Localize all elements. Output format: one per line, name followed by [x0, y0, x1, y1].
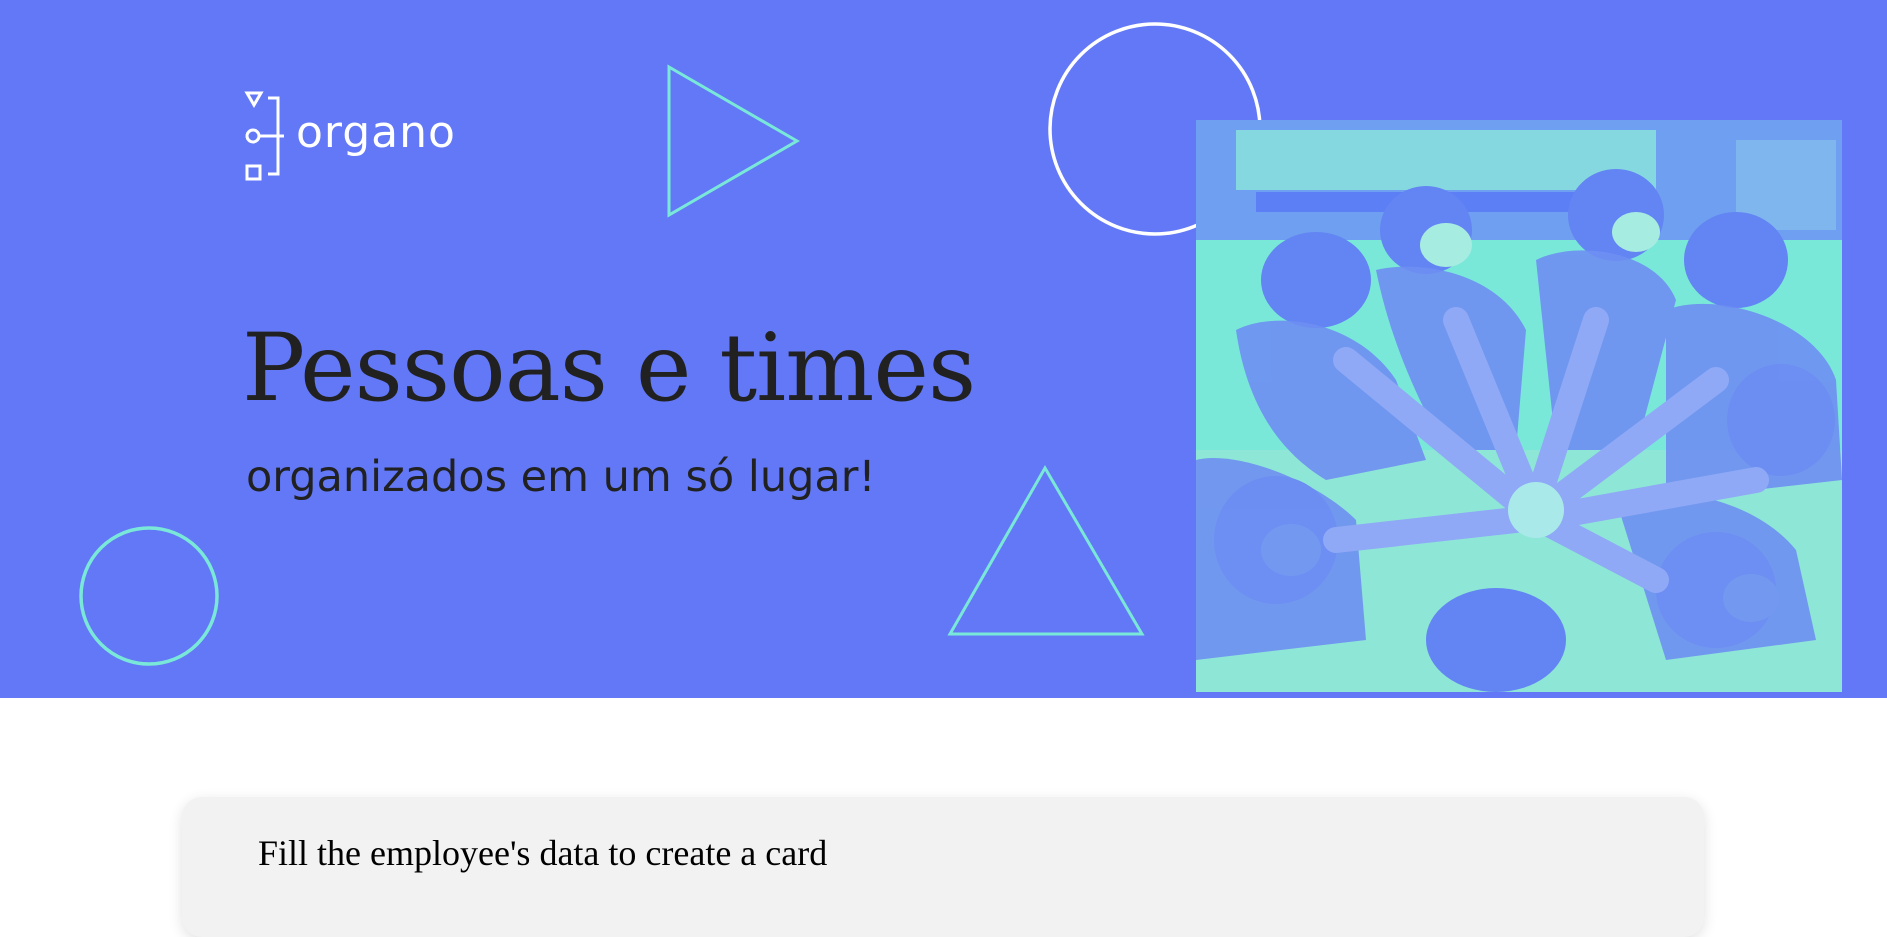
decorative-triangle-teal-icon [947, 465, 1145, 636]
page-headline: Pessoas e times [242, 314, 976, 423]
organo-logo-icon [244, 91, 284, 181]
form-title: Fill the employee's data to create a car… [258, 833, 828, 873]
decorative-circle-teal-icon [79, 526, 219, 666]
organo-logo[interactable]: organo [244, 90, 456, 182]
logo-text: organo [296, 107, 456, 158]
page-subheadline: organizados em um só lugar! [246, 452, 876, 502]
hero-team-photo [1196, 120, 1842, 692]
hero-banner: organo Pessoas e times organizados em um… [0, 0, 1887, 698]
employee-form-card: Fill the employee's data to create a car… [182, 797, 1704, 937]
decorative-play-triangle-icon [667, 64, 800, 218]
